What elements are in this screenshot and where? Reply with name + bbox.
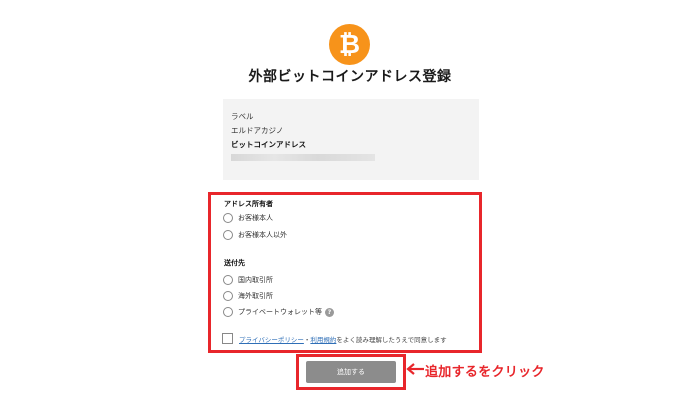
radio-owner-self[interactable]: お客様本人 [223, 213, 273, 223]
agreement-row[interactable]: プライバシーポリシー・利用規約をよく読み理解したうえで同意します [222, 333, 447, 344]
destination-heading: 送付先 [224, 259, 245, 267]
radio-label: 海外取引所 [238, 292, 273, 300]
owner-heading: アドレス所有者 [224, 200, 273, 208]
radio-button[interactable] [223, 291, 233, 301]
radio-button[interactable] [223, 213, 233, 223]
add-button[interactable]: 追加する [306, 361, 396, 383]
radio-label: お客様本人以外 [238, 231, 287, 239]
agreement-text: プライバシーポリシー・利用規約をよく読み理解したうえで同意します [239, 334, 447, 344]
address-heading: ビットコインアドレス [231, 140, 306, 149]
bitcoin-logo-icon: ₿ [329, 24, 370, 65]
radio-button[interactable] [223, 230, 233, 240]
page-title: 外部ビットコインアドレス登録 [248, 69, 452, 85]
radio-domestic-exchange[interactable]: 国内取引所 [223, 275, 273, 285]
address-info-panel: ラベル エルドアカジノ ビットコインアドレス [223, 99, 479, 180]
agreement-checkbox[interactable] [222, 333, 233, 344]
annotation-callout: 追加するをクリック [425, 365, 545, 380]
privacy-policy-link[interactable]: プライバシーポリシー [239, 336, 304, 344]
radio-overseas-exchange[interactable]: 海外取引所 [223, 291, 273, 301]
radio-private-wallet[interactable]: プライベートウォレット等 ? [223, 307, 334, 317]
radio-label: 国内取引所 [238, 276, 273, 284]
highlight-frame-form: アドレス所有者 お客様本人 お客様本人以外 送付先 国内取引所 海外取引所 プラ… [208, 192, 482, 353]
label-heading: ラベル [231, 112, 254, 121]
radio-label: お客様本人 [238, 214, 273, 222]
highlight-frame-button: 追加する [296, 354, 406, 390]
radio-button[interactable] [223, 275, 233, 285]
radio-owner-other[interactable]: お客様本人以外 [223, 230, 287, 240]
terms-link[interactable]: 利用規約 [310, 336, 336, 344]
label-value: エルドアカジノ [231, 126, 284, 135]
help-icon[interactable]: ? [325, 307, 334, 317]
radio-label: プライベートウォレット等 [238, 308, 322, 316]
arrow-left-icon [406, 363, 424, 375]
radio-button[interactable] [223, 307, 233, 317]
agreement-suffix: をよく読み理解したうえで同意します [336, 335, 447, 344]
masked-address [231, 154, 375, 161]
